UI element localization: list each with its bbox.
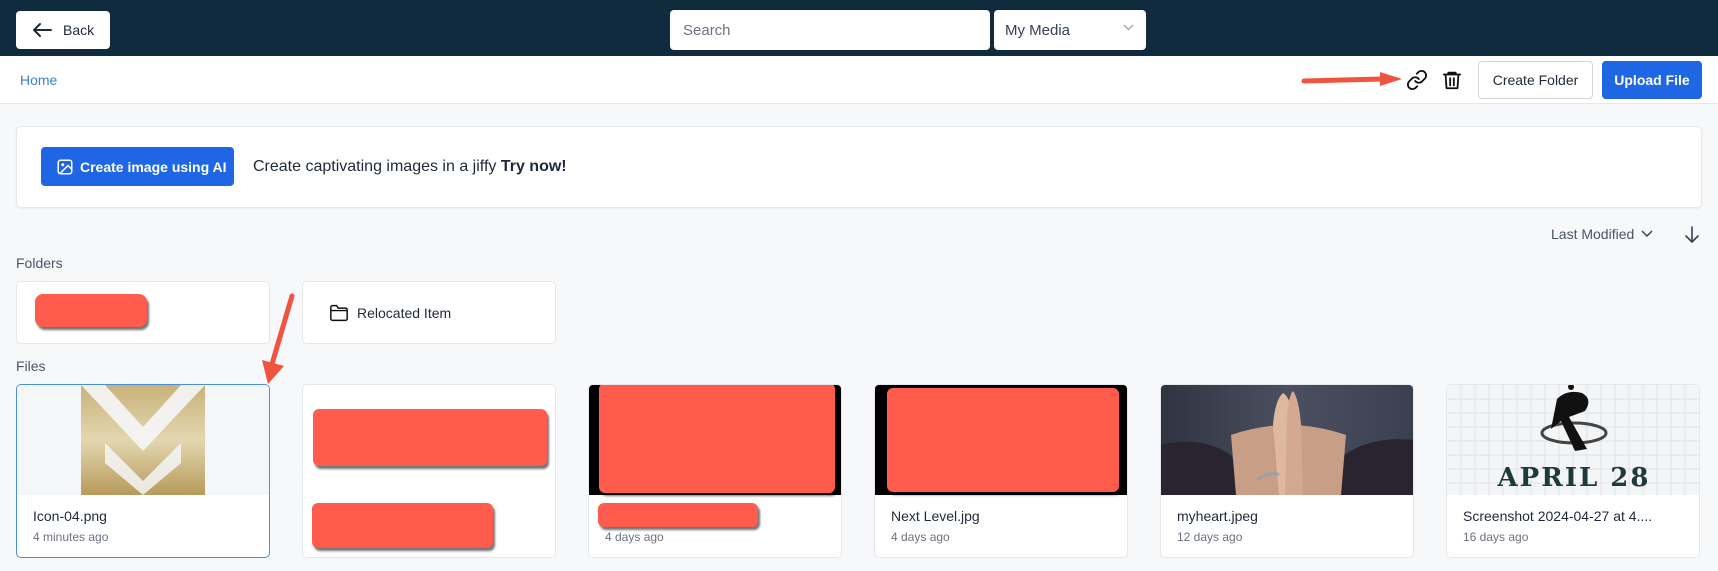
folder-card[interactable]: Relocated Item	[302, 281, 556, 344]
create-image-ai-button[interactable]: Create image using AI	[41, 147, 234, 186]
ai-button-label: Create image using AI	[80, 158, 227, 175]
file-modified-time: 16 days ago	[1463, 530, 1529, 544]
file-thumbnail: APRIL 28	[1447, 385, 1699, 495]
media-scope-select[interactable]: My Media	[994, 10, 1146, 50]
file-name: Next Level.jpg	[891, 508, 980, 524]
ai-banner-text: Create captivating images in a jiffy Try…	[253, 158, 567, 176]
redaction-block	[887, 388, 1119, 492]
breadcrumb-home[interactable]: Home	[20, 72, 57, 88]
try-now-link[interactable]: Try now!	[501, 158, 567, 175]
thumbnail-text: APRIL 28	[1497, 463, 1651, 493]
back-label: Back	[63, 22, 95, 38]
file-card[interactable]: APRIL 28 Screenshot 2024-04-27 at 4.... …	[1446, 384, 1700, 558]
file-thumbnail	[17, 385, 269, 495]
ai-banner: Create image using AI Create captivating…	[16, 126, 1702, 208]
folders-heading: Folders	[16, 255, 63, 271]
redaction-block	[35, 294, 147, 327]
top-bar: Back My Media	[0, 0, 1718, 56]
file-modified-time: 4 days ago	[891, 530, 950, 544]
create-folder-button[interactable]: Create Folder	[1478, 61, 1593, 99]
file-name: Icon-04.png	[33, 508, 107, 524]
search-input[interactable]	[670, 10, 990, 50]
media-scope-value: My Media	[1005, 21, 1071, 39]
file-name: myheart.jpeg	[1177, 508, 1258, 524]
arrow-left-icon	[33, 23, 52, 37]
annotation-arrow	[262, 293, 295, 384]
chevron-down-icon	[1641, 230, 1653, 238]
folder-name: Relocated Item	[357, 305, 452, 321]
upload-file-button[interactable]: Upload File	[1602, 61, 1702, 99]
file-thumbnail	[1161, 385, 1413, 495]
annotation-arrow	[1301, 72, 1402, 86]
file-modified-time: 4 days ago	[605, 530, 664, 544]
files-heading: Files	[16, 358, 46, 374]
folder-card[interactable]	[16, 281, 270, 344]
file-card[interactable]: Next Level.jpg 4 days ago	[874, 384, 1128, 558]
file-card[interactable]: myheart.jpeg 12 days ago	[1160, 384, 1414, 558]
redaction-block	[599, 385, 835, 493]
file-card[interactable]: 4 days ago	[588, 384, 842, 558]
redaction-block	[598, 503, 758, 527]
back-button[interactable]: Back	[16, 11, 110, 49]
praying-hands-photo	[1161, 385, 1413, 495]
image-icon	[57, 159, 73, 174]
file-card[interactable]: Icon-04.png 4 minutes ago	[16, 384, 270, 558]
trash-icon[interactable]	[1441, 69, 1463, 91]
sort-dropdown[interactable]: Last Modified	[1551, 226, 1653, 242]
redaction-block	[313, 409, 547, 466]
chevron-down-icon	[1123, 24, 1134, 31]
redaction-block	[312, 503, 493, 548]
folder-icon	[330, 304, 348, 322]
ai-banner-message: Create captivating images in a jiffy	[253, 158, 497, 175]
file-modified-time: 4 minutes ago	[33, 530, 109, 544]
file-modified-time: 12 days ago	[1177, 530, 1243, 544]
file-name: Screenshot 2024-04-27 at 4....	[1463, 508, 1653, 524]
sort-label: Last Modified	[1551, 226, 1635, 242]
link-icon[interactable]	[1406, 69, 1428, 91]
sort-direction-icon[interactable]	[1684, 226, 1700, 244]
file-card[interactable]	[302, 384, 556, 558]
m-logo-image	[81, 385, 205, 495]
